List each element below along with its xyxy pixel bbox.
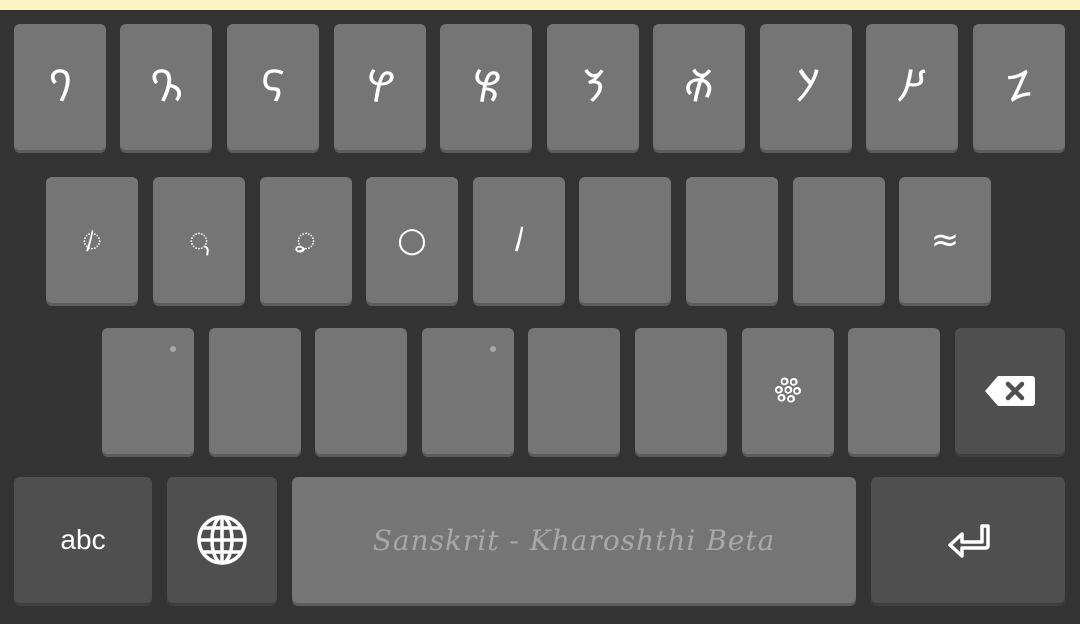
key-blank-7[interactable] [422,328,514,454]
key-glyph: 𐩕 [772,371,804,411]
key-glyph: ≈ [930,220,960,260]
space-bar-label: Sanskrit - Kharoshthi Beta [372,523,776,557]
key-kharoshthi-ka[interactable]: 𐨐 [120,24,212,150]
language-switch-key[interactable] [167,477,277,603]
key-glyph: 𐨗 [793,61,819,112]
key-kharoshthi-cha[interactable]: 𐨖 [653,24,745,150]
key-blank-8[interactable] [528,328,620,454]
key-kharoshthi-kha[interactable]: 𐨑 [227,24,319,150]
key-glyph: 𐨓 [471,61,501,112]
hint-dot [490,346,496,352]
key-approx[interactable]: ≈ [899,177,991,303]
backspace-icon [984,374,1036,408]
key-glyph: 𐨁 [81,220,103,260]
key-blank-4[interactable] [102,328,194,454]
key-vowel-sign-vocalic-length[interactable]: 𐨌 [153,177,245,303]
key-blank-5[interactable] [209,328,301,454]
key-kharoshthi-ca[interactable]: 𐨕 [547,24,639,150]
enter-key[interactable] [871,477,1065,603]
key-glyph: 𐨌 [188,220,210,260]
key-glyph: 𐨀 [47,61,73,112]
key-glyph: 𐨚 [1004,61,1034,112]
key-glyph: 𐨕 [580,61,606,112]
key-glyph: 𐨒 [365,61,395,112]
key-blank-9[interactable] [635,328,727,454]
abc-key[interactable]: abc [14,477,152,603]
key-glyph: 𐨑 [260,61,286,112]
abc-label: abc [60,524,106,555]
hint-dot [170,346,176,352]
key-blank-2[interactable] [686,177,778,303]
key-glyph: 𐨐 [148,61,184,112]
key-ring[interactable]: ○ [366,177,458,303]
backspace-key[interactable] [955,328,1065,454]
key-glyph: 𐨙 [898,61,926,112]
key-flower-punctuation[interactable]: 𐩕 [742,328,834,454]
key-glyph: 𐨖 [683,61,715,112]
key-vowel-sign-u[interactable]: 𐨂 [260,177,352,303]
top-strip [0,0,1080,10]
key-kharoshthi-ta[interactable]: 𐨚 [973,24,1065,150]
key-kharoshthi-gha[interactable]: 𐨓 [440,24,532,150]
key-vowel-sign-i[interactable]: 𐨁 [46,177,138,303]
key-blank-1[interactable] [579,177,671,303]
key-glyph: 𐩖 [513,220,525,260]
key-kharoshthi-ga[interactable]: 𐨒 [334,24,426,150]
globe-icon [196,514,248,566]
key-kharoshthi-nya[interactable]: 𐨙 [866,24,958,150]
key-glyph: ○ [397,220,427,260]
key-blank-6[interactable] [315,328,407,454]
key-kharoshthi-a[interactable]: 𐨀 [14,24,106,150]
key-glyph: 𐨂 [295,220,317,260]
key-blank-10[interactable] [848,328,940,454]
key-kharoshthi-ja[interactable]: 𐨗 [760,24,852,150]
enter-icon [946,522,990,558]
keyboard: 𐨀 𐨐 𐨑 𐨒 𐨓 𐨕 𐨖 𐨗 𐨙 𐨚 𐨁 𐨌 𐨂 ○ 𐩖 ≈ 𐩕 abc Sa… [0,10,1080,624]
key-blank-3[interactable] [793,177,885,303]
space-bar[interactable]: Sanskrit - Kharoshthi Beta [292,477,856,603]
key-symbol[interactable]: 𐩖 [473,177,565,303]
